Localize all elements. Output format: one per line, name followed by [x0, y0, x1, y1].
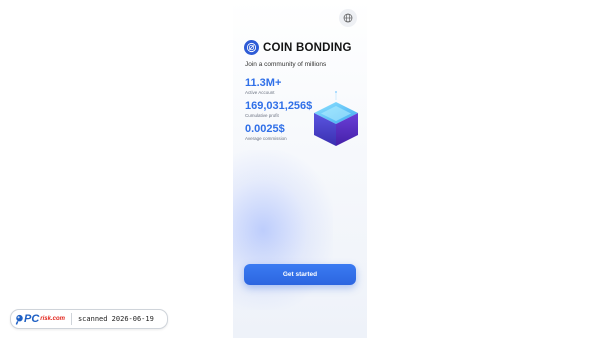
scan-badge: PC risk.com scanned 2026-06-19: [10, 309, 168, 329]
cube-illustration: [314, 91, 358, 146]
stat-value: 0.0025$: [245, 123, 285, 135]
get-started-button[interactable]: Get started: [244, 264, 356, 285]
language-button[interactable]: [339, 9, 357, 27]
brand-name: COIN BONDING: [263, 41, 352, 54]
pcrisk-logo-pc: PC: [24, 313, 40, 325]
stat-label: Active Account: [245, 90, 275, 95]
stat-average-commission: 0.0025$ Average commission: [245, 123, 287, 141]
magnifier-icon: [15, 314, 23, 325]
stat-cumulative-profit: 169,031,256$ Cumulative profit: [245, 100, 312, 118]
pcrisk-logo: PC risk.com: [11, 310, 65, 328]
badge-divider: [70, 313, 72, 325]
tagline: Join a community of millions: [245, 61, 327, 68]
brand-header: COIN BONDING: [244, 40, 352, 55]
pcrisk-logo-risk: risk.com: [40, 316, 65, 322]
coin-bonding-logo-icon: [244, 40, 259, 55]
stat-active-account: 11.3M+ Active Account: [245, 77, 281, 95]
stat-value: 11.3M+: [245, 77, 282, 89]
stat-value: 169,031,256$: [245, 100, 313, 112]
globe-icon: [343, 13, 353, 23]
stat-label: Cumulative profit: [245, 113, 279, 118]
scanned-date: scanned 2026-06-19: [77, 315, 154, 323]
stat-label: Average commission: [245, 136, 287, 141]
